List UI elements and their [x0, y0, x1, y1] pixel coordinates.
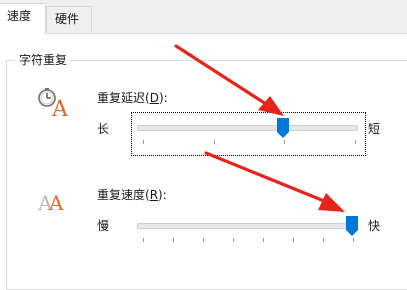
repeat-rate-label: 重复速度(R):: [97, 186, 167, 203]
repeat-delay-track: [137, 125, 358, 131]
repeat-rate-max-label: 快: [368, 219, 381, 233]
repeat-rate-tick: [203, 238, 204, 242]
tab-hardware[interactable]: 硬件: [46, 6, 92, 32]
repeat-rate-label-suffix: ):: [158, 188, 167, 202]
repeat-delay-min-label: 长: [97, 122, 110, 136]
tab-speed[interactable]: 速度: [0, 3, 46, 34]
tab-divider: [0, 33, 407, 34]
repeat-delay-slider[interactable]: [131, 112, 366, 156]
repeat-delay-label-text: 重复延迟(: [97, 91, 150, 105]
repeat-rate-accesskey: R: [149, 188, 159, 202]
tab-strip: 硬件 速度: [0, 0, 407, 34]
repeat-rate-label-text: 重复速度(: [97, 188, 150, 202]
repeat-rate-icon: A A: [37, 186, 72, 217]
repeat-delay-accesskey: D: [149, 91, 159, 105]
repeat-rate-tick: [173, 238, 174, 242]
tab-hardware-label: 硬件: [55, 12, 80, 26]
repeat-delay-tick: [143, 140, 144, 144]
repeat-delay-tick: [355, 140, 356, 144]
repeat-delay-label-suffix: ):: [158, 91, 168, 105]
repeat-rate-track: [137, 223, 358, 229]
repeat-rate-tick: [293, 238, 294, 242]
repeat-delay-tick: [214, 140, 215, 144]
repeat-rate-thumb[interactable]: [346, 216, 358, 239]
repeat-rate-tick: [233, 238, 234, 242]
group-title: 字符重复: [15, 51, 72, 68]
repeat-delay-label: 重复延迟(D):: [97, 89, 168, 106]
repeat-rate-min-label: 慢: [97, 219, 110, 233]
repeat-rate-slider[interactable]: [131, 210, 366, 254]
repeat-delay-icon: A: [36, 86, 70, 122]
svg-text:A: A: [48, 191, 64, 214]
repeat-rate-tick: [263, 238, 264, 242]
repeat-rate-tick: [323, 238, 324, 242]
svg-text:A: A: [51, 97, 69, 118]
repeat-rate-tick: [143, 238, 144, 242]
repeat-delay-thumb[interactable]: [277, 118, 289, 141]
tab-speed-label: 速度: [7, 9, 32, 23]
repeat-delay-max-label: 短: [368, 122, 381, 136]
